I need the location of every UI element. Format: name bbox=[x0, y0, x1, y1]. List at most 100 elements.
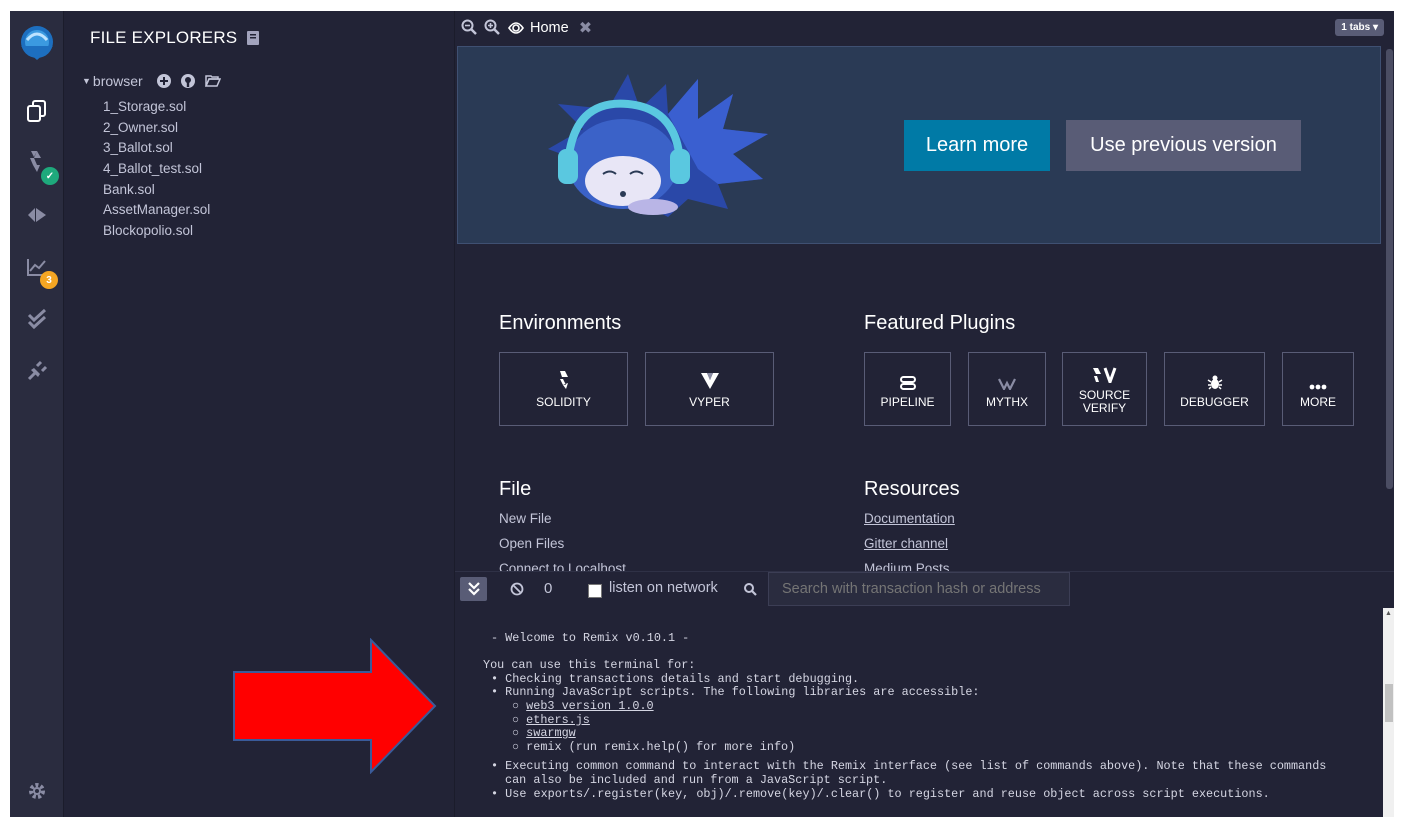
vyper-icon bbox=[700, 372, 719, 389]
file-explorer-icon[interactable] bbox=[10, 91, 63, 131]
plugin-mythx-label: MYTHX bbox=[986, 394, 1028, 409]
deploy-run-icon[interactable] bbox=[10, 195, 63, 235]
more-dots-icon bbox=[1309, 384, 1327, 389]
terminal-toggle-button[interactable] bbox=[460, 577, 487, 601]
pending-tx-count: 0 bbox=[544, 580, 553, 597]
file-item[interactable]: 3_Ballot.sol bbox=[103, 138, 210, 159]
zoom-out-icon[interactable] bbox=[461, 19, 477, 35]
caret-down-icon: ▾ bbox=[1372, 22, 1378, 33]
terminal-lib-item: ○ remix (run remix.help() for more info) bbox=[512, 740, 796, 754]
env-solidity-label: SOLIDITY bbox=[536, 394, 591, 409]
terminal-lib-item: ○ web3 version 1.0.0 bbox=[512, 699, 654, 713]
plugin-manager-icon[interactable] bbox=[10, 351, 63, 391]
terminal-lib-item: ○ swarmgw bbox=[512, 726, 576, 740]
remix-logo-icon[interactable] bbox=[10, 19, 63, 69]
open-files-link[interactable]: Open Files bbox=[499, 536, 564, 551]
plugin-debugger-button[interactable]: DEBUGGER bbox=[1164, 352, 1265, 426]
github-icon[interactable] bbox=[180, 74, 195, 88]
solidity-compiler-icon[interactable]: ✓ bbox=[10, 143, 63, 185]
documentation-link[interactable]: Documentation bbox=[864, 511, 955, 526]
zoom-in-icon[interactable] bbox=[484, 19, 500, 35]
swarmgw-link[interactable]: swarmgw bbox=[526, 726, 576, 740]
file-item[interactable]: 2_Owner.sol bbox=[103, 118, 210, 139]
env-solidity-button[interactable]: SOLIDITY bbox=[499, 352, 628, 426]
file-item[interactable]: 1_Storage.sol bbox=[103, 97, 210, 118]
solidity-icon bbox=[559, 370, 568, 389]
tab-home[interactable]: Home ✖ bbox=[507, 17, 592, 39]
close-tab-icon[interactable]: ✖ bbox=[579, 18, 592, 38]
settings-gear-icon[interactable] bbox=[10, 771, 63, 811]
terminal-bullet: • Use exports/.register(key, obj)/.remov… bbox=[491, 787, 1270, 801]
clear-console-icon[interactable] bbox=[510, 582, 524, 596]
tabs-count-dropdown[interactable]: 1 tabs ▾ bbox=[1335, 19, 1384, 36]
file-item[interactable]: Bank.sol bbox=[103, 180, 210, 201]
terminal-output: - Welcome to Remix v0.10.1 - You can use… bbox=[455, 608, 1394, 817]
web3-link[interactable]: web3 version 1.0.0 bbox=[526, 699, 653, 713]
connect-localhost-link[interactable]: Connect to Localhost bbox=[499, 561, 626, 571]
file-item[interactable]: Blockopolio.sol bbox=[103, 221, 210, 242]
panel-title-text: FILE EXPLORERS bbox=[90, 28, 238, 47]
main-panel: Home ✖ 1 tabs ▾ Learn more Use previous … bbox=[455, 11, 1394, 817]
red-arrow-annotation bbox=[233, 638, 437, 774]
analysis-icon[interactable]: 3 bbox=[10, 247, 63, 289]
icon-panel: ✓ 3 bbox=[10, 11, 64, 817]
env-vyper-label: VYPER bbox=[689, 394, 730, 409]
plugin-more-button[interactable]: MORE bbox=[1282, 352, 1354, 426]
bug-icon bbox=[1207, 375, 1222, 390]
analysis-count-badge: 3 bbox=[40, 271, 58, 289]
caret-down-icon[interactable]: ▼ bbox=[82, 76, 91, 86]
listen-network-label: listen on network bbox=[609, 580, 718, 596]
tabs-count-label: 1 tabs bbox=[1341, 22, 1371, 33]
tree-root-label: browser bbox=[92, 73, 143, 89]
file-item[interactable]: AssetManager.sol bbox=[103, 200, 210, 221]
terminal-welcome: - Welcome to Remix v0.10.1 - bbox=[491, 631, 690, 645]
plugin-mythx-button[interactable]: MYTHX bbox=[968, 352, 1046, 426]
listen-network-checkbox[interactable] bbox=[588, 584, 602, 598]
terminal-bullet-text: Executing common command to interact wit… bbox=[505, 759, 1327, 773]
testing-icon[interactable] bbox=[10, 299, 63, 339]
book-icon[interactable] bbox=[247, 31, 260, 45]
environments-title: Environments bbox=[499, 312, 622, 334]
open-folder-icon[interactable] bbox=[204, 74, 221, 87]
pipeline-icon bbox=[899, 375, 916, 390]
plugin-pipeline-label: PIPELINE bbox=[880, 394, 935, 409]
terminal-bullet-continued: can also be included and run from a Java… bbox=[505, 773, 888, 787]
ethers-link[interactable]: ethers.js bbox=[526, 713, 590, 727]
plugin-pipeline-button[interactable]: PIPELINE bbox=[864, 352, 951, 426]
terminal-scrollbar-thumb[interactable] bbox=[1385, 684, 1393, 722]
plugin-debugger-label: DEBUGGER bbox=[1180, 394, 1249, 409]
source-verify-icon bbox=[1092, 367, 1116, 383]
terminal-toolbar: 0 listen on network bbox=[455, 571, 1394, 609]
featured-plugins-title: Featured Plugins bbox=[864, 312, 1016, 334]
gitter-channel-link[interactable]: Gitter channel bbox=[864, 536, 948, 551]
remix-ide-window: ✓ 3 FILE EXPLORERS ▼ browser 1_Storage.s… bbox=[10, 11, 1394, 817]
home-scrollbar-thumb[interactable] bbox=[1386, 49, 1393, 489]
double-chevron-down-icon bbox=[467, 582, 480, 596]
tx-search-input[interactable] bbox=[768, 572, 1070, 606]
search-icon bbox=[744, 583, 757, 596]
terminal-bullet-text: Use exports/.register(key, obj)/.remove(… bbox=[505, 787, 1270, 801]
plugin-source-verify-label: SOURCE VERIFY bbox=[1078, 388, 1131, 415]
tab-bar: Home ✖ 1 tabs ▾ bbox=[455, 11, 1394, 46]
terminal-bullet: • Executing common command to interact w… bbox=[491, 759, 1327, 773]
plugin-source-verify-button[interactable]: SOURCE VERIFY bbox=[1062, 352, 1147, 426]
medium-posts-link[interactable]: Medium Posts bbox=[864, 561, 950, 571]
use-previous-version-button[interactable]: Use previous version bbox=[1066, 120, 1301, 171]
tree-root-browser[interactable]: ▼ browser bbox=[82, 73, 221, 89]
home-sections-lower: File Resources New File Open Files Conne… bbox=[455, 481, 1385, 571]
add-file-icon[interactable] bbox=[156, 74, 171, 88]
panel-title: FILE EXPLORERS bbox=[90, 28, 260, 48]
scroll-up-arrow-icon[interactable]: ▲ bbox=[1385, 610, 1392, 617]
terminal-intro: You can use this terminal for: bbox=[483, 658, 696, 672]
file-section-title: File bbox=[499, 481, 532, 500]
file-item[interactable]: 4_Ballot_test.sol bbox=[103, 159, 210, 180]
learn-more-button[interactable]: Learn more bbox=[904, 120, 1050, 171]
plugin-more-label: MORE bbox=[1300, 394, 1336, 409]
terminal-scrollbar[interactable]: ▲ bbox=[1383, 608, 1394, 817]
hero-banner: Learn more Use previous version bbox=[457, 46, 1381, 244]
remix-mascot-illustration bbox=[548, 74, 768, 217]
env-vyper-button[interactable]: VYPER bbox=[645, 352, 774, 426]
terminal-bullet: • Running JavaScript scripts. The follow… bbox=[491, 685, 980, 699]
new-file-link[interactable]: New File bbox=[499, 511, 552, 526]
file-list: 1_Storage.sol 2_Owner.sol 3_Ballot.sol 4… bbox=[103, 97, 210, 242]
